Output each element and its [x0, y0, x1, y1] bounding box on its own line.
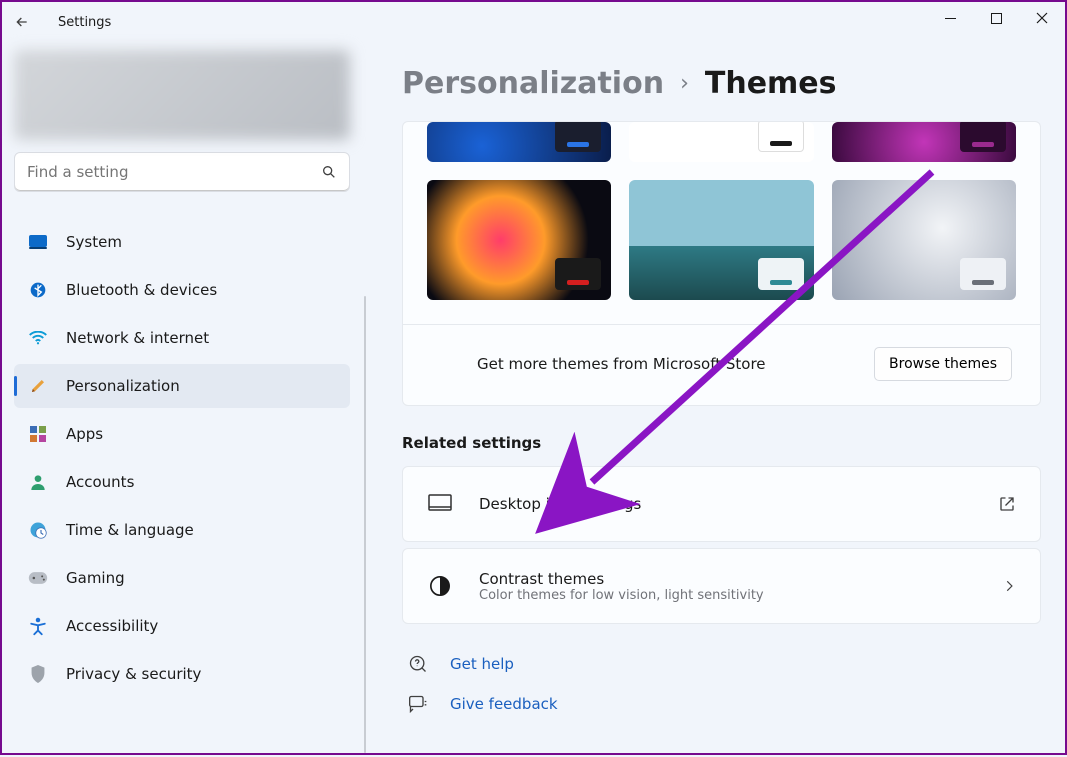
clock-globe-icon: [28, 520, 48, 540]
back-button[interactable]: [2, 2, 42, 42]
row-title: Desktop icon settings: [479, 495, 972, 513]
sidebar-item-time[interactable]: Time & language: [14, 508, 350, 552]
monitor-outline-icon: [427, 494, 453, 514]
sidebar-item-network[interactable]: Network & internet: [14, 316, 350, 360]
breadcrumb-parent[interactable]: Personalization: [402, 66, 664, 101]
row-title: Contrast themes: [479, 570, 976, 588]
get-help-link[interactable]: Get help: [402, 644, 1041, 684]
help-icon: [406, 654, 430, 674]
sidebar-item-accounts[interactable]: Accounts: [14, 460, 350, 504]
search-box[interactable]: [14, 152, 350, 192]
desktop-icon-settings-row[interactable]: Desktop icon settings: [402, 466, 1041, 542]
contrast-icon: [427, 575, 453, 597]
sidebar-item-label: System: [66, 233, 122, 251]
contrast-themes-row[interactable]: Contrast themes Color themes for low vis…: [402, 548, 1041, 624]
open-external-icon: [998, 495, 1016, 513]
sidebar-item-system[interactable]: System: [14, 220, 350, 264]
bluetooth-icon: [28, 280, 48, 300]
accessibility-icon: [28, 616, 48, 636]
breadcrumb: Personalization › Themes: [402, 66, 1041, 101]
paintbrush-icon: [28, 376, 48, 396]
link-label: Give feedback: [450, 695, 558, 713]
feedback-icon: [406, 694, 430, 714]
maximize-button[interactable]: [973, 2, 1019, 34]
sidebar-divider: [364, 296, 366, 753]
sidebar: System Bluetooth & devices Network & int…: [2, 42, 362, 753]
sidebar-item-label: Gaming: [66, 569, 125, 587]
chevron-right-icon: ›: [680, 71, 689, 96]
theme-tile[interactable]: [629, 122, 813, 162]
sidebar-item-apps[interactable]: Apps: [14, 412, 350, 456]
row-subtitle: Color themes for low vision, light sensi…: [479, 588, 976, 603]
theme-tile[interactable]: [427, 180, 611, 300]
browse-themes-button[interactable]: Browse themes: [874, 347, 1012, 381]
monitor-icon: [28, 232, 48, 252]
store-text: Get more themes from Microsoft Store: [477, 355, 766, 373]
sidebar-item-label: Bluetooth & devices: [66, 281, 217, 299]
sidebar-item-label: Time & language: [66, 521, 194, 539]
breadcrumb-current: Themes: [705, 66, 837, 101]
apps-icon: [28, 424, 48, 444]
chevron-right-icon: [1002, 579, 1016, 593]
sidebar-item-label: Apps: [66, 425, 103, 443]
close-button[interactable]: [1019, 2, 1065, 34]
theme-tile[interactable]: [427, 122, 611, 162]
person-icon: [28, 472, 48, 492]
sidebar-item-bluetooth[interactable]: Bluetooth & devices: [14, 268, 350, 312]
sidebar-item-accessibility[interactable]: Accessibility: [14, 604, 350, 648]
theme-tile[interactable]: [832, 122, 1016, 162]
sidebar-item-label: Accessibility: [66, 617, 158, 635]
sidebar-item-label: Network & internet: [66, 329, 209, 347]
content-area: Personalization › Themes: [362, 42, 1065, 753]
give-feedback-link[interactable]: Give feedback: [402, 684, 1041, 724]
theme-tile[interactable]: [832, 180, 1016, 300]
sidebar-item-personalization[interactable]: Personalization: [14, 364, 350, 408]
sidebar-item-gaming[interactable]: Gaming: [14, 556, 350, 600]
sidebar-item-label: Personalization: [66, 377, 180, 395]
link-label: Get help: [450, 655, 514, 673]
title-bar: Settings: [2, 2, 1065, 42]
wifi-icon: [28, 328, 48, 348]
gamepad-icon: [28, 568, 48, 588]
search-input[interactable]: [27, 163, 321, 181]
sidebar-item-label: Privacy & security: [66, 665, 201, 683]
sidebar-item-label: Accounts: [66, 473, 134, 491]
shield-icon: [28, 664, 48, 684]
search-icon: [321, 164, 337, 180]
related-settings-heading: Related settings: [402, 434, 1041, 452]
themes-panel: Get more themes from Microsoft Store Bro…: [402, 121, 1041, 406]
minimize-button[interactable]: [927, 2, 973, 34]
theme-tile[interactable]: [629, 180, 813, 300]
user-profile-card[interactable]: [14, 50, 350, 140]
sidebar-item-privacy[interactable]: Privacy & security: [14, 652, 350, 696]
app-title: Settings: [58, 15, 111, 30]
